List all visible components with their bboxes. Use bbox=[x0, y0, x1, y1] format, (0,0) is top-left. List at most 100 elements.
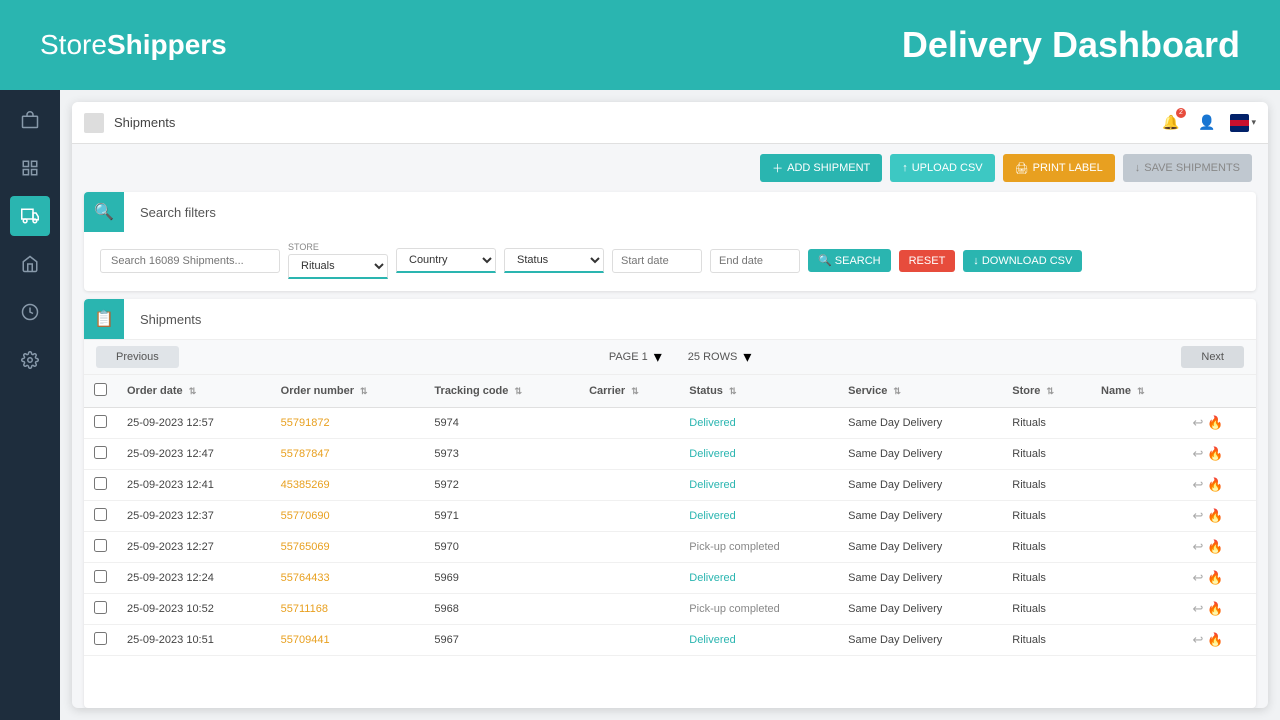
cell-actions-4: ↩ 🔥 bbox=[1182, 532, 1256, 563]
store-filter-label: Store bbox=[288, 242, 388, 252]
search-button[interactable]: 🔍 SEARCH bbox=[808, 249, 891, 272]
cell-store-2: Rituals bbox=[1002, 470, 1091, 501]
table-row: 25-09-2023 10:52 55711168 5968 Pick-up c… bbox=[84, 594, 1256, 625]
track-icon-1[interactable]: ↩ bbox=[1192, 446, 1203, 462]
cell-order-date-6: 25-09-2023 10:52 bbox=[117, 594, 271, 625]
col-order-date: Order date ⇅ bbox=[117, 375, 271, 408]
sidebar-item-settings[interactable] bbox=[10, 340, 50, 380]
sidebar-item-truck[interactable] bbox=[10, 196, 50, 236]
row-checkbox-1[interactable] bbox=[94, 446, 107, 459]
row-checkbox-2[interactable] bbox=[94, 477, 107, 490]
fire-icon-0[interactable]: 🔥 bbox=[1207, 415, 1223, 431]
user-icon[interactable]: 👤 bbox=[1194, 110, 1220, 136]
cell-order-number-0[interactable]: 55791872 bbox=[271, 408, 425, 439]
track-icon-3[interactable]: ↩ bbox=[1192, 508, 1203, 524]
upload-csv-button[interactable]: ↑ UPLOAD CSV bbox=[890, 154, 994, 182]
cell-order-date-7: 25-09-2023 10:51 bbox=[117, 625, 271, 656]
cell-store-1: Rituals bbox=[1002, 439, 1091, 470]
save-shipments-button[interactable]: ↓ SAVE SHIPMENTS bbox=[1123, 154, 1252, 182]
page-select: PAGE 1 ▾ 25 ROWS ▾ bbox=[609, 347, 752, 367]
download-csv-button[interactable]: ↓ DOWNLOAD CSV bbox=[963, 250, 1082, 272]
print-label-button[interactable]: 🖨 PRINT LABEL bbox=[1003, 154, 1115, 182]
cell-status-4: Pick-up completed bbox=[679, 532, 838, 563]
cell-service-7: Same Day Delivery bbox=[838, 625, 1002, 656]
cell-tracking-code-6: 5968 bbox=[424, 594, 579, 625]
row-checkbox-3[interactable] bbox=[94, 508, 107, 521]
cell-actions-3: ↩ 🔥 bbox=[1182, 501, 1256, 532]
table-row: 25-09-2023 12:24 55764433 5969 Delivered… bbox=[84, 563, 1256, 594]
cell-actions-1: ↩ 🔥 bbox=[1182, 439, 1256, 470]
track-icon-7[interactable]: ↩ bbox=[1192, 632, 1203, 648]
cell-actions-6: ↩ 🔥 bbox=[1182, 594, 1256, 625]
cell-order-number-2[interactable]: 45385269 bbox=[271, 470, 425, 501]
cell-carrier-4 bbox=[579, 532, 679, 563]
table-row: 25-09-2023 12:41 45385269 5972 Delivered… bbox=[84, 470, 1256, 501]
cell-order-number-6[interactable]: 55711168 bbox=[271, 594, 425, 625]
fire-icon-4[interactable]: 🔥 bbox=[1207, 539, 1223, 555]
select-all-checkbox[interactable] bbox=[94, 383, 107, 396]
toolbar-icons: 🔔 2 👤 ▾ bbox=[1158, 110, 1256, 136]
fire-icon-5[interactable]: 🔥 bbox=[1207, 570, 1223, 586]
table-row: 25-09-2023 12:57 55791872 5974 Delivered… bbox=[84, 408, 1256, 439]
save-icon: ↓ bbox=[1135, 162, 1141, 174]
search-filters-title: Search filters bbox=[124, 195, 232, 230]
country-filter-select[interactable]: Country bbox=[396, 248, 496, 273]
cell-carrier-1 bbox=[579, 439, 679, 470]
cell-store-0: Rituals bbox=[1002, 408, 1091, 439]
row-checkbox-6[interactable] bbox=[94, 601, 107, 614]
fire-icon-1[interactable]: 🔥 bbox=[1207, 446, 1223, 462]
shipments-title: Shipments bbox=[124, 302, 217, 337]
cell-tracking-code-4: 5970 bbox=[424, 532, 579, 563]
sidebar-item-grid[interactable] bbox=[10, 148, 50, 188]
fire-icon-7[interactable]: 🔥 bbox=[1207, 632, 1223, 648]
cell-carrier-7 bbox=[579, 625, 679, 656]
row-checkbox-7[interactable] bbox=[94, 632, 107, 645]
shipments-header: 📋 Shipments bbox=[84, 299, 1256, 339]
sidebar-item-clock[interactable] bbox=[10, 292, 50, 332]
upload-icon: ↑ bbox=[902, 162, 908, 174]
print-icon: 🖨 bbox=[1015, 162, 1029, 175]
sidebar-item-package[interactable] bbox=[10, 100, 50, 140]
next-button[interactable]: Next bbox=[1181, 346, 1244, 368]
app-toolbar: Shipments 🔔 2 👤 ▾ bbox=[72, 102, 1268, 144]
fire-icon-3[interactable]: 🔥 bbox=[1207, 508, 1223, 524]
fire-icon-6[interactable]: 🔥 bbox=[1207, 601, 1223, 617]
cell-order-date-3: 25-09-2023 12:37 bbox=[117, 501, 271, 532]
cell-order-number-5[interactable]: 55764433 bbox=[271, 563, 425, 594]
cell-name-7 bbox=[1091, 625, 1182, 656]
fire-icon-2[interactable]: 🔥 bbox=[1207, 477, 1223, 493]
cell-order-number-3[interactable]: 55770690 bbox=[271, 501, 425, 532]
end-date-input[interactable] bbox=[710, 249, 800, 273]
add-shipment-button[interactable]: ＋ ADD SHIPMENT bbox=[760, 154, 882, 182]
row-checkbox-5[interactable] bbox=[94, 570, 107, 583]
cell-name-6 bbox=[1091, 594, 1182, 625]
track-icon-5[interactable]: ↩ bbox=[1192, 570, 1203, 586]
sidebar-item-home[interactable] bbox=[10, 244, 50, 284]
notification-icon[interactable]: 🔔 2 bbox=[1158, 110, 1184, 136]
cell-order-date-1: 25-09-2023 12:47 bbox=[117, 439, 271, 470]
logo: StoreShippers bbox=[40, 29, 227, 61]
cell-order-number-1[interactable]: 55787847 bbox=[271, 439, 425, 470]
track-icon-0[interactable]: ↩ bbox=[1192, 415, 1203, 431]
table-row: 25-09-2023 12:27 55765069 5970 Pick-up c… bbox=[84, 532, 1256, 563]
start-date-input[interactable] bbox=[612, 249, 702, 273]
flag-icon[interactable]: ▾ bbox=[1230, 110, 1256, 136]
search-input[interactable] bbox=[100, 249, 280, 273]
cell-name-3 bbox=[1091, 501, 1182, 532]
cell-order-number-7[interactable]: 55709441 bbox=[271, 625, 425, 656]
cell-order-number-4[interactable]: 55765069 bbox=[271, 532, 425, 563]
track-icon-4[interactable]: ↩ bbox=[1192, 539, 1203, 555]
content-panel: Shipments 🔔 2 👤 ▾ ＋ ADD SH bbox=[60, 90, 1280, 720]
cell-status-2: Delivered bbox=[679, 470, 838, 501]
store-filter-select[interactable]: Rituals bbox=[288, 254, 388, 279]
cell-tracking-code-5: 5969 bbox=[424, 563, 579, 594]
row-checkbox-4[interactable] bbox=[94, 539, 107, 552]
reset-button[interactable]: RESET bbox=[899, 250, 956, 272]
cell-carrier-3 bbox=[579, 501, 679, 532]
header-bar: StoreShippers Delivery Dashboard bbox=[0, 0, 1280, 90]
prev-button[interactable]: Previous bbox=[96, 346, 179, 368]
track-icon-6[interactable]: ↩ bbox=[1192, 601, 1203, 617]
track-icon-2[interactable]: ↩ bbox=[1192, 477, 1203, 493]
row-checkbox-0[interactable] bbox=[94, 415, 107, 428]
status-filter-select[interactable]: Status bbox=[504, 248, 604, 273]
